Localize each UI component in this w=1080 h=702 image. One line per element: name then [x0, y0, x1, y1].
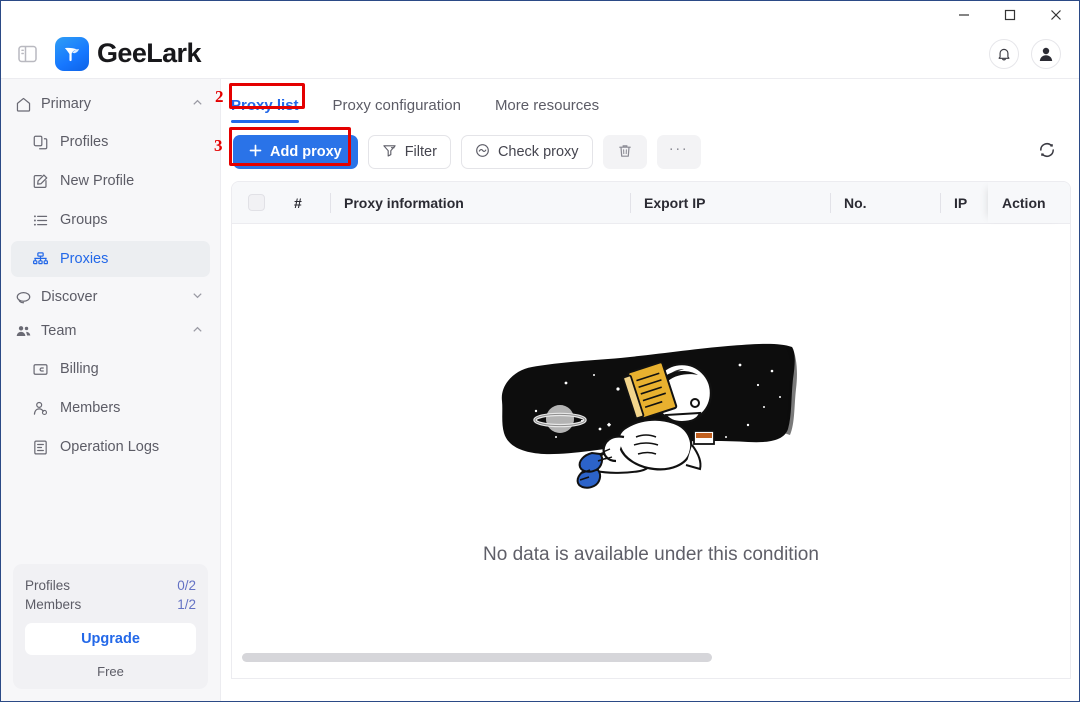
- member-icon: [31, 399, 49, 417]
- tab-bar: Proxy list Proxy configuration More reso…: [221, 79, 1079, 123]
- sidebar-item-proxies[interactable]: Proxies: [11, 241, 210, 277]
- table-header-row: # Proxy information Export IP No. IP Act…: [232, 182, 1070, 224]
- sidebar-item-profiles[interactable]: Profiles: [11, 124, 210, 160]
- proxies-network-icon: [31, 250, 49, 268]
- sidebar-item-operation-logs[interactable]: Operation Logs: [11, 429, 210, 465]
- sidebar-item-label: Proxies: [60, 251, 109, 267]
- tab-proxy-list[interactable]: Proxy list: [231, 97, 299, 123]
- sidebar-item-members[interactable]: Members: [11, 390, 210, 426]
- window-titlebar: [1, 1, 1079, 29]
- sidebar-group-primary[interactable]: Primary: [1, 87, 220, 121]
- delete-button[interactable]: [602, 135, 647, 169]
- plan-row-members: Members 1/2: [25, 595, 196, 614]
- plus-icon: [249, 144, 262, 161]
- bell-icon[interactable]: [989, 38, 1019, 69]
- column-header-action[interactable]: Action: [988, 182, 1070, 223]
- geelark-app-window: GeeLark Primary Profiles New Profile Gro…: [0, 0, 1080, 702]
- sidebar-item-label: Operation Logs: [60, 439, 160, 455]
- sidebar-item-groups[interactable]: Groups: [11, 202, 210, 238]
- horizontal-scrollbar[interactable]: [242, 653, 1070, 662]
- select-all-cell: [232, 182, 280, 223]
- logs-icon: [31, 438, 49, 456]
- sidebar-toggle-icon[interactable]: [15, 42, 39, 66]
- refresh-icon: [1037, 140, 1057, 165]
- chevron-up-icon: [191, 323, 204, 340]
- proxy-table: # Proxy information Export IP No. IP Act…: [231, 181, 1071, 679]
- empty-state-message: No data is available under this conditio…: [483, 544, 819, 565]
- check-proxy-label: Check proxy: [497, 144, 579, 160]
- header-actions: [989, 38, 1061, 69]
- app-header: GeeLark: [1, 29, 1079, 79]
- sidebar-group-label: Primary: [41, 96, 91, 112]
- plan-row-value: 0/2: [177, 578, 196, 593]
- chevron-down-icon: [191, 289, 204, 306]
- plan-usage-card: Profiles 0/2 Members 1/2 Upgrade Free: [13, 564, 208, 689]
- check-circle-icon: [475, 143, 490, 162]
- more-options-button[interactable]: ···: [656, 135, 701, 169]
- column-header-num[interactable]: #: [280, 182, 330, 223]
- plan-row-label: Profiles: [25, 578, 71, 593]
- brand-logo-group: GeeLark: [55, 36, 201, 71]
- billing-card-icon: [31, 360, 49, 378]
- brand-name: GeeLark: [97, 38, 201, 68]
- filter-button[interactable]: Filter: [367, 135, 451, 169]
- plan-row-profiles: Profiles 0/2: [25, 576, 196, 595]
- add-proxy-button[interactable]: Add proxy: [233, 135, 358, 169]
- refresh-button[interactable]: [1031, 136, 1063, 168]
- table-empty-state: No data is available under this conditio…: [232, 224, 1070, 678]
- sidebar-item-label: New Profile: [60, 173, 135, 189]
- user-avatar-icon[interactable]: [1031, 38, 1061, 69]
- column-header-export-ip[interactable]: Export IP: [630, 182, 830, 223]
- sidebar-item-label: Billing: [60, 361, 99, 377]
- minimize-button[interactable]: [941, 1, 987, 29]
- upgrade-button[interactable]: Upgrade: [25, 623, 196, 655]
- main-content: Proxy list Proxy configuration More reso…: [221, 79, 1079, 701]
- more-horizontal-icon: ···: [668, 140, 689, 157]
- sidebar-group-label: Team: [41, 323, 77, 339]
- chevron-up-icon: [191, 96, 204, 113]
- tab-more-resources[interactable]: More resources: [495, 97, 599, 123]
- close-button[interactable]: [1033, 1, 1079, 29]
- sidebar-item-label: Profiles: [60, 134, 109, 150]
- sidebar-item-label: Members: [60, 400, 121, 416]
- filter-icon: [382, 143, 397, 162]
- plan-row-value: 1/2: [177, 597, 196, 612]
- discover-icon: [15, 289, 37, 306]
- astronaut-reading-in-space-illustration: [501, 343, 797, 489]
- sidebar-item-new-profile[interactable]: New Profile: [11, 163, 210, 199]
- filter-label: Filter: [404, 144, 437, 160]
- add-proxy-label: Add proxy: [270, 144, 342, 160]
- maximize-button[interactable]: [987, 1, 1033, 29]
- sidebar-item-billing[interactable]: Billing: [11, 351, 210, 387]
- horizontal-scrollbar-thumb[interactable]: [242, 653, 712, 662]
- sidebar-nav: Primary Profiles New Profile Groups Prox…: [1, 79, 220, 564]
- new-profile-icon: [31, 172, 49, 190]
- sidebar: Primary Profiles New Profile Groups Prox…: [1, 79, 221, 701]
- plan-name-label: Free: [97, 664, 124, 679]
- sidebar-group-label: Discover: [41, 289, 98, 305]
- check-proxy-button[interactable]: Check proxy: [460, 135, 593, 169]
- team-icon: [15, 323, 37, 340]
- plan-row-label: Members: [25, 597, 82, 612]
- tab-proxy-configuration[interactable]: Proxy configuration: [333, 97, 461, 123]
- geelark-logo-icon: [55, 36, 89, 71]
- select-all-checkbox[interactable]: [247, 194, 265, 211]
- groups-list-icon: [31, 211, 49, 229]
- proxy-toolbar: Add proxy Filter Check proxy ···: [221, 123, 1079, 181]
- trash-icon: [617, 143, 633, 162]
- sidebar-item-label: Groups: [60, 212, 108, 228]
- column-header-no[interactable]: No.: [830, 182, 940, 223]
- home-icon: [15, 96, 37, 113]
- sidebar-group-team[interactable]: Team: [1, 314, 220, 348]
- profiles-icon: [31, 133, 49, 151]
- column-header-proxy-information[interactable]: Proxy information: [330, 182, 630, 223]
- sidebar-group-discover[interactable]: Discover: [1, 280, 220, 314]
